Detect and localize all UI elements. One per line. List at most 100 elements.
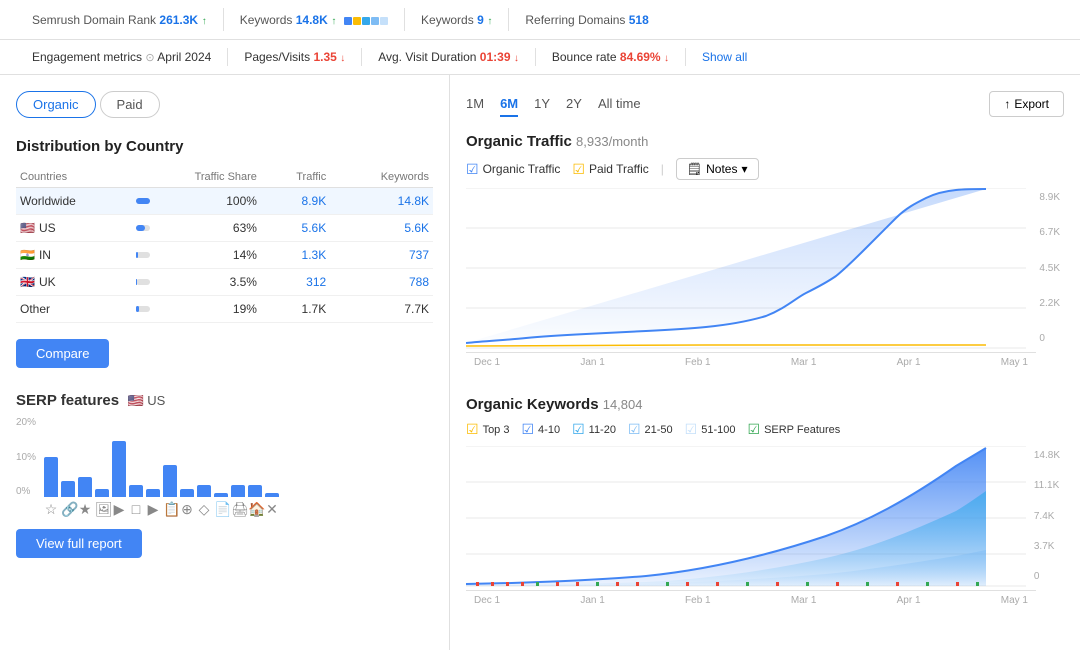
legend-11-20-label: 11-20 [589, 424, 616, 436]
row-share: 63% [154, 215, 260, 242]
row-traffic[interactable]: 8.9K [261, 188, 330, 215]
domain-rank-arrow: ↑ [202, 16, 207, 27]
serp-icon: 📄 [214, 501, 228, 518]
row-share: 14% [154, 242, 260, 269]
visit-duration-item: Avg. Visit Duration 01:39 ↓ [362, 48, 536, 66]
keywords-value: 14.8K [296, 13, 328, 27]
referring-domains-value: 518 [629, 13, 649, 27]
serp-y-10: 10% [16, 452, 36, 463]
legend-serp-features[interactable]: ☑ SERP Features [748, 421, 841, 438]
compare-button[interactable]: Compare [16, 339, 109, 368]
row-country: Other [16, 296, 132, 323]
row-keywords[interactable]: 737 [330, 242, 433, 269]
21-50-checkbox-icon: ☑ [628, 421, 641, 438]
legend-organic[interactable]: ☑ Organic Traffic [466, 161, 560, 178]
organic-keywords-title: Organic Keywords 14,804 [466, 396, 1064, 413]
legend-11-20[interactable]: ☑ 11-20 [572, 421, 616, 438]
serp-icon: 🔗 [61, 501, 75, 518]
row-traffic[interactable]: 5.6K [261, 215, 330, 242]
legend-21-50[interactable]: ☑ 21-50 [628, 421, 673, 438]
serp-bar [146, 489, 160, 497]
legend-top3[interactable]: ☑ Top 3 [466, 421, 509, 438]
legend-paid[interactable]: ☑ Paid Traffic [572, 161, 648, 178]
x-label: Jan 1 [580, 595, 604, 606]
time-tab-all[interactable]: All time [598, 92, 641, 117]
export-button[interactable]: ↑ Export [989, 91, 1064, 117]
organic-keywords-section: Organic Keywords 14,804 ☑ Top 3 ☑ 4-10 ☑… [466, 396, 1064, 610]
keywords-metric: Keywords 14.8K ↑ [224, 8, 405, 31]
notes-icon: 🗒 [687, 162, 702, 176]
row-keywords[interactable]: 788 [330, 269, 433, 296]
y-label: 3.7K [1034, 541, 1060, 552]
row-traffic[interactable]: 312 [261, 269, 330, 296]
serp-icon: □ [129, 501, 143, 518]
time-tab-1m[interactable]: 1M [466, 92, 484, 117]
right-panel: 1M 6M 1Y 2Y All time ↑ Export Organic Tr… [450, 75, 1080, 650]
y-label: 0 [1034, 571, 1060, 582]
view-full-report-button[interactable]: View full report [16, 529, 142, 558]
top-metrics-bar: Semrush Domain Rank 261.3K ↑ Keywords 14… [0, 0, 1080, 40]
time-tab-6m[interactable]: 6M [500, 92, 518, 117]
x-label: Dec 1 [474, 357, 500, 368]
keywords-chart-container: 14.8K 11.1K 7.4K 3.7K 0 [466, 446, 1064, 610]
row-traffic[interactable]: 1.3K [261, 242, 330, 269]
distribution-title: Distribution by Country [16, 138, 433, 155]
organic-keywords-value: 14,804 [603, 397, 643, 412]
bounce-rate-value: 84.69% [620, 50, 661, 64]
serp-icon: ✕ [265, 501, 279, 518]
row-keywords[interactable]: 14.8K [330, 188, 433, 215]
organic-line [466, 189, 986, 343]
keywords-label: Keywords [240, 13, 296, 27]
x-label: Feb 1 [685, 595, 711, 606]
notes-chevron-icon: ▾ [741, 162, 747, 176]
organic-y-labels: 8.9K 6.7K 4.5K 2.2K 0 [1039, 188, 1060, 348]
paid-checkbox-icon: ☑ [572, 161, 585, 178]
visit-duration-value: 01:39 [480, 50, 511, 64]
x-label: Feb 1 [685, 357, 711, 368]
distribution-table: Countries Traffic Share Traffic Keywords… [16, 167, 433, 323]
serp-bar-chart: 20% 10% 0% ☆ [16, 417, 433, 517]
serp-bar [61, 481, 75, 497]
x-label: Jan 1 [580, 357, 604, 368]
organic-paid-tabs: Organic Paid [16, 91, 433, 118]
row-country: 🇬🇧UK [16, 269, 132, 296]
time-tabs-bar: 1M 6M 1Y 2Y All time ↑ Export [466, 91, 1064, 117]
x-label: May 1 [1001, 595, 1028, 606]
keywords-legend: ☑ Top 3 ☑ 4-10 ☑ 11-20 ☑ 21-50 ☑ 51-10 [466, 421, 1064, 438]
x-label: Apr 1 [897, 595, 921, 606]
serp-bar [248, 485, 262, 497]
serp-icon: ▶ [112, 501, 126, 518]
y-label: 11.1K [1034, 480, 1060, 491]
serp-icon: ◇ [197, 501, 211, 518]
notes-button[interactable]: 🗒 Notes ▾ [676, 158, 759, 180]
serp-icon: ▶ [146, 501, 160, 518]
tab-organic[interactable]: Organic [16, 91, 96, 118]
organic-checkbox-icon: ☑ [466, 161, 479, 178]
legend-51-100-label: 51-100 [701, 424, 735, 436]
table-row: 🇮🇳IN 14% 1.3K 737 [16, 242, 433, 269]
time-tab-1y[interactable]: 1Y [534, 92, 550, 117]
serp-bar [129, 485, 143, 497]
tab-paid[interactable]: Paid [100, 91, 160, 118]
serp-bar [214, 493, 228, 497]
keywords2-metric: Keywords 9 ↑ [405, 8, 509, 31]
export-icon: ↑ [1004, 97, 1010, 111]
left-panel: Organic Paid Distribution by Country Cou… [0, 75, 450, 650]
row-keywords[interactable]: 5.6K [330, 215, 433, 242]
serp-bar [163, 465, 177, 497]
legend-51-100[interactable]: ☑ 51-100 [685, 421, 736, 438]
legend-4-10-label: 4-10 [538, 424, 560, 436]
row-share: 19% [154, 296, 260, 323]
legend-4-10[interactable]: ☑ 4-10 [521, 421, 560, 438]
row-keywords: 7.7K [330, 296, 433, 323]
row-share: 100% [154, 188, 260, 215]
bounce-rate-item: Bounce rate 84.69% ↓ [536, 48, 686, 66]
pages-visits-value: 1.35 [313, 50, 336, 64]
pages-visits-arrow: ↓ [340, 53, 345, 64]
table-row: 🇬🇧UK 3.5% 312 788 [16, 269, 433, 296]
show-all-link[interactable]: Show all [702, 50, 747, 64]
engagement-label: Engagement metrics [32, 50, 145, 64]
legend-21-50-label: 21-50 [645, 424, 673, 436]
row-bar [132, 242, 154, 269]
time-tab-2y[interactable]: 2Y [566, 92, 582, 117]
